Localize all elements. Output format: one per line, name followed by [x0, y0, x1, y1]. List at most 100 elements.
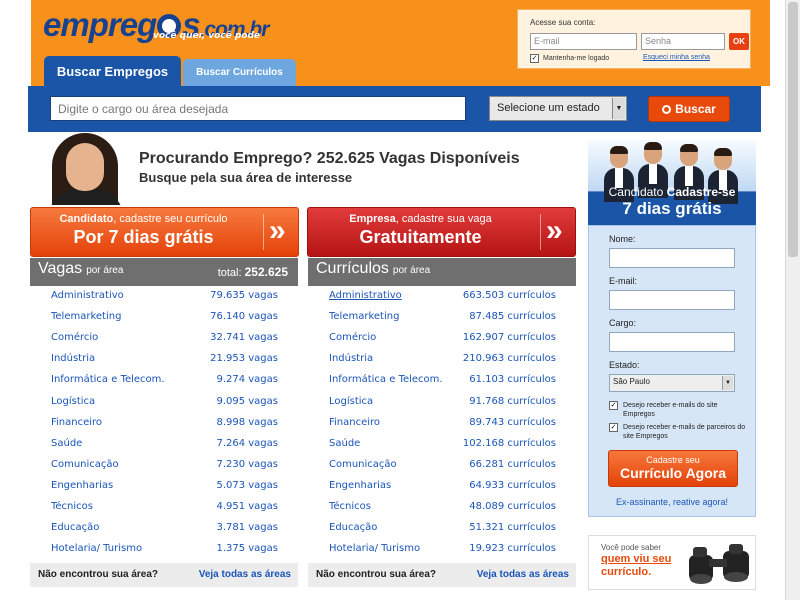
resumes-row[interactable]: Informática e Telecom. 61.103 currículos — [308, 370, 576, 391]
resumes-area-count: 87.485 currículos — [469, 311, 556, 323]
resumes-panel-footer: Não encontrou sua área? Veja todas as ár… — [308, 563, 576, 587]
search-button[interactable]: Buscar — [648, 96, 730, 122]
resumes-area-name[interactable]: Logística — [329, 396, 373, 407]
jobs-area-name[interactable]: Financeiro — [51, 417, 102, 428]
dropdown-arrow-icon: ▼ — [722, 376, 733, 390]
resumes-row[interactable]: Técnicos 48.089 currículos — [308, 497, 576, 518]
jobs-area-count: 79.635 vagas — [210, 290, 278, 301]
jobs-row[interactable]: Hotelaria/ Turismo 1.375 vagas — [30, 539, 298, 560]
resumes-area-name[interactable]: Telemarketing — [329, 311, 399, 322]
jobs-area-name[interactable]: Técnicos — [51, 501, 93, 512]
search-bar: Digite o cargo ou área desejada Selecion… — [28, 86, 761, 132]
jobs-row[interactable]: Educação 3.781 vagas — [30, 518, 298, 539]
jobs-area-name[interactable]: Hotelaria/ Turismo — [51, 543, 142, 554]
jobs-area-count: 7.230 vagas — [216, 458, 278, 470]
opt-in-site-checkbox[interactable]: ✓ — [609, 401, 618, 410]
jobs-area-count: 5.073 vagas — [216, 479, 278, 491]
resumes-area-name[interactable]: Engenharias — [329, 480, 391, 491]
tab-search-jobs[interactable]: Buscar Empregos — [44, 56, 181, 87]
jobs-row[interactable]: Administrativo 79.635 vagas — [30, 286, 298, 307]
opt-in-partners-checkbox[interactable]: ✓ — [609, 423, 618, 432]
resumes-area-name[interactable]: Indústria — [329, 353, 373, 364]
banner-line1: Candidato Cadastre-se — [608, 185, 736, 199]
resumes-area-name[interactable]: Educação — [329, 522, 377, 533]
jobs-area-name[interactable]: Saúde — [51, 438, 82, 449]
resumes-row[interactable]: Comércio 162.907 currículos — [308, 328, 576, 349]
dropdown-arrow-icon: ▼ — [612, 98, 625, 119]
state-field-select[interactable]: São Paulo ▼ — [609, 374, 735, 392]
jobs-row[interactable]: Saúde 7.264 vagas — [30, 434, 298, 455]
resumes-area-name[interactable]: Financeiro — [329, 417, 380, 428]
keep-logged-checkbox[interactable]: ✓ — [530, 54, 539, 63]
resumes-row[interactable]: Engenharias 64.933 currículos — [308, 476, 576, 497]
resumes-row[interactable]: Logística 91.768 currículos — [308, 392, 576, 413]
role-field[interactable] — [609, 332, 735, 352]
jobs-area-name[interactable]: Logística — [51, 396, 95, 407]
candidate-signup-button[interactable]: Candidato, cadastre seu currículo Por 7 … — [30, 207, 299, 257]
state-select[interactable]: Selecione um estado ▼ — [489, 96, 627, 121]
resumes-area-count: 89.743 currículos — [469, 416, 556, 428]
login-ok-button[interactable]: OK — [729, 33, 749, 50]
jobs-row[interactable]: Indústria 21.953 vagas — [30, 349, 298, 370]
resumes-row[interactable]: Indústria 210.963 currículos — [308, 349, 576, 370]
reactivate-link[interactable]: Ex-assinante, reative agora! — [589, 497, 755, 507]
jobs-area-name[interactable]: Educação — [51, 522, 99, 533]
jobs-area-count: 32.741 vagas — [210, 332, 278, 344]
submit-resume-button[interactable]: Cadastre seu Currículo Agora — [608, 450, 738, 487]
jobs-area-name[interactable]: Comunicação — [51, 459, 119, 470]
resumes-row[interactable]: Comunicação 66.281 currículos — [308, 455, 576, 476]
candidate-signup-banner[interactable]: Candidato Cadastre-se 7 dias grátis — [588, 140, 756, 225]
resumes-area-count: 48.089 currículos — [469, 501, 556, 512]
forgot-password-link[interactable]: Esqueci minha senha — [643, 54, 710, 61]
resumes-row[interactable]: Telemarketing 87.485 currículos — [308, 307, 576, 328]
resumes-area-count: 91.768 currículos — [469, 395, 556, 407]
jobs-area-count: 7.264 vagas — [216, 437, 278, 449]
email-field[interactable] — [609, 290, 735, 310]
jobs-area-count: 3.781 vagas — [216, 522, 278, 534]
resumes-area-name[interactable]: Técnicos — [329, 501, 371, 512]
jobs-row[interactable]: Engenharias 5.073 vagas — [30, 476, 298, 497]
resumes-row[interactable]: Educação 51.321 currículos — [308, 518, 576, 539]
resumes-row[interactable]: Hotelaria/ Turismo 19.923 currículos — [308, 539, 576, 560]
resumes-area-name[interactable]: Hotelaria/ Turismo — [329, 543, 420, 554]
login-password-input[interactable]: Senha — [641, 33, 725, 50]
candidate-cta-line1: Candidato, cadastre seu currículo — [59, 213, 228, 225]
jobs-area-name[interactable]: Engenharias — [51, 480, 113, 491]
jobs-see-all-link[interactable]: Veja todas as áreas — [199, 569, 291, 580]
jobs-row[interactable]: Telemarketing 76.140 vagas — [30, 307, 298, 328]
page-scrollbar[interactable] — [785, 0, 800, 600]
jobs-row[interactable]: Financeiro 8.998 vagas — [30, 413, 298, 434]
resumes-row[interactable]: Saúde 102.168 currículos — [308, 434, 576, 455]
resumes-row[interactable]: Administrativo 663.503 currículos — [308, 286, 576, 307]
login-email-input[interactable]: E-mail — [530, 33, 637, 50]
resumes-area-name[interactable]: Informática e Telecom. — [329, 374, 443, 385]
resumes-area-name[interactable]: Saúde — [329, 438, 360, 449]
jobs-row[interactable]: Comércio 32.741 vagas — [30, 328, 298, 349]
jobs-area-count: 8.998 vagas — [216, 416, 278, 428]
jobs-area-name[interactable]: Administrativo — [51, 290, 124, 301]
resumes-see-all-link[interactable]: Veja todas as áreas — [477, 569, 569, 580]
jobs-area-name[interactable]: Telemarketing — [51, 311, 121, 322]
jobs-row[interactable]: Logística 9.095 vagas — [30, 392, 298, 413]
hero-subtitle: Busque pela sua área de interesse — [139, 170, 353, 185]
scrollbar-thumb[interactable] — [788, 2, 798, 257]
resumes-area-name[interactable]: Administrativo — [329, 290, 402, 301]
jobs-row[interactable]: Informática e Telecom. 9.274 vagas — [30, 370, 298, 391]
company-post-job-button[interactable]: Empresa, cadastre sua vaga Gratuitamente… — [307, 207, 576, 257]
jobs-area-name[interactable]: Indústria — [51, 353, 95, 364]
who-viewed-resume-ad[interactable]: Você pode saber quem viu seu currículo. — [588, 535, 756, 590]
search-input[interactable]: Digite o cargo ou área desejada — [50, 96, 466, 121]
resumes-area-name[interactable]: Comunicação — [329, 459, 397, 470]
jobs-row[interactable]: Comunicação 7.230 vagas — [30, 455, 298, 476]
jobs-row[interactable]: Técnicos 4.951 vagas — [30, 497, 298, 518]
resumes-area-name[interactable]: Comércio — [329, 332, 376, 343]
jobs-area-count: 1.375 vagas — [216, 543, 278, 555]
name-field[interactable] — [609, 248, 735, 268]
resumes-row[interactable]: Financeiro 89.743 currículos — [308, 413, 576, 434]
opt-in-site-label: Desejo receber e-mails do site Empregos — [623, 402, 718, 418]
tab-search-resumes[interactable]: Buscar Currículos — [183, 59, 296, 87]
jobs-area-count: 4.951 vagas — [216, 501, 278, 512]
jobs-area-name[interactable]: Informática e Telecom. — [51, 374, 165, 385]
jobs-area-name[interactable]: Comércio — [51, 332, 98, 343]
keep-logged-label: Mantenha-me logado — [543, 55, 610, 62]
